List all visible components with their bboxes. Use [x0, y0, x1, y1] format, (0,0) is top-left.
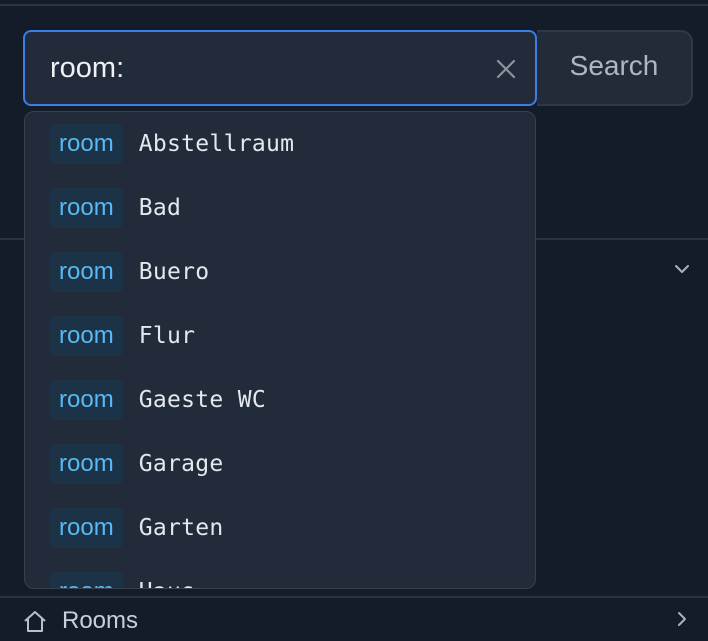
suggestion-value: Garage [138, 451, 224, 477]
filter-tag: room [50, 188, 123, 228]
home-icon [22, 608, 48, 634]
suggestion-item[interactable]: room Abstellraum [25, 112, 535, 176]
suggestion-item[interactable]: room Gaeste WC [25, 368, 535, 432]
filter-tag: room [50, 124, 123, 164]
suggestion-item[interactable]: room Garten [25, 496, 535, 560]
top-divider [0, 4, 708, 6]
suggestion-value: Gaeste WC [138, 387, 267, 413]
suggestion-value: Garten [138, 515, 224, 541]
suggestion-value: Abstellraum [138, 131, 295, 157]
close-icon[interactable] [493, 56, 519, 82]
chevron-down-icon[interactable] [671, 258, 693, 280]
suggestions-list: room Abstellraum room Bad room Buero roo… [25, 112, 535, 588]
filter-tag: room [50, 444, 123, 484]
chevron-right-icon[interactable] [671, 608, 693, 630]
filter-tag: room [50, 508, 123, 548]
suggestion-item[interactable]: room Garage [25, 432, 535, 496]
suggestion-item[interactable]: room Bad [25, 176, 535, 240]
filter-tag: room [50, 380, 123, 420]
search-input[interactable] [25, 32, 465, 104]
search-button[interactable]: Search [537, 30, 693, 106]
suggestion-item[interactable]: room Haus [25, 560, 535, 588]
suggestions-dropdown: room Abstellraum room Bad room Buero roo… [24, 111, 536, 589]
search-field[interactable] [23, 30, 537, 106]
suggestion-value: Flur [138, 323, 196, 349]
suggestion-item[interactable]: room Flur [25, 304, 535, 368]
filter-tag: room [50, 316, 123, 356]
suggestion-value: Haus [139, 579, 196, 588]
suggestion-value: Bad [138, 195, 182, 221]
filter-tag: room [50, 572, 123, 588]
suggestion-value: Buero [138, 259, 210, 285]
filter-tag: room [50, 252, 123, 292]
section-title: Rooms [62, 607, 139, 634]
rooms-section-header[interactable]: Rooms [22, 606, 138, 636]
section-divider [0, 596, 708, 598]
suggestion-item[interactable]: room Buero [25, 240, 535, 304]
